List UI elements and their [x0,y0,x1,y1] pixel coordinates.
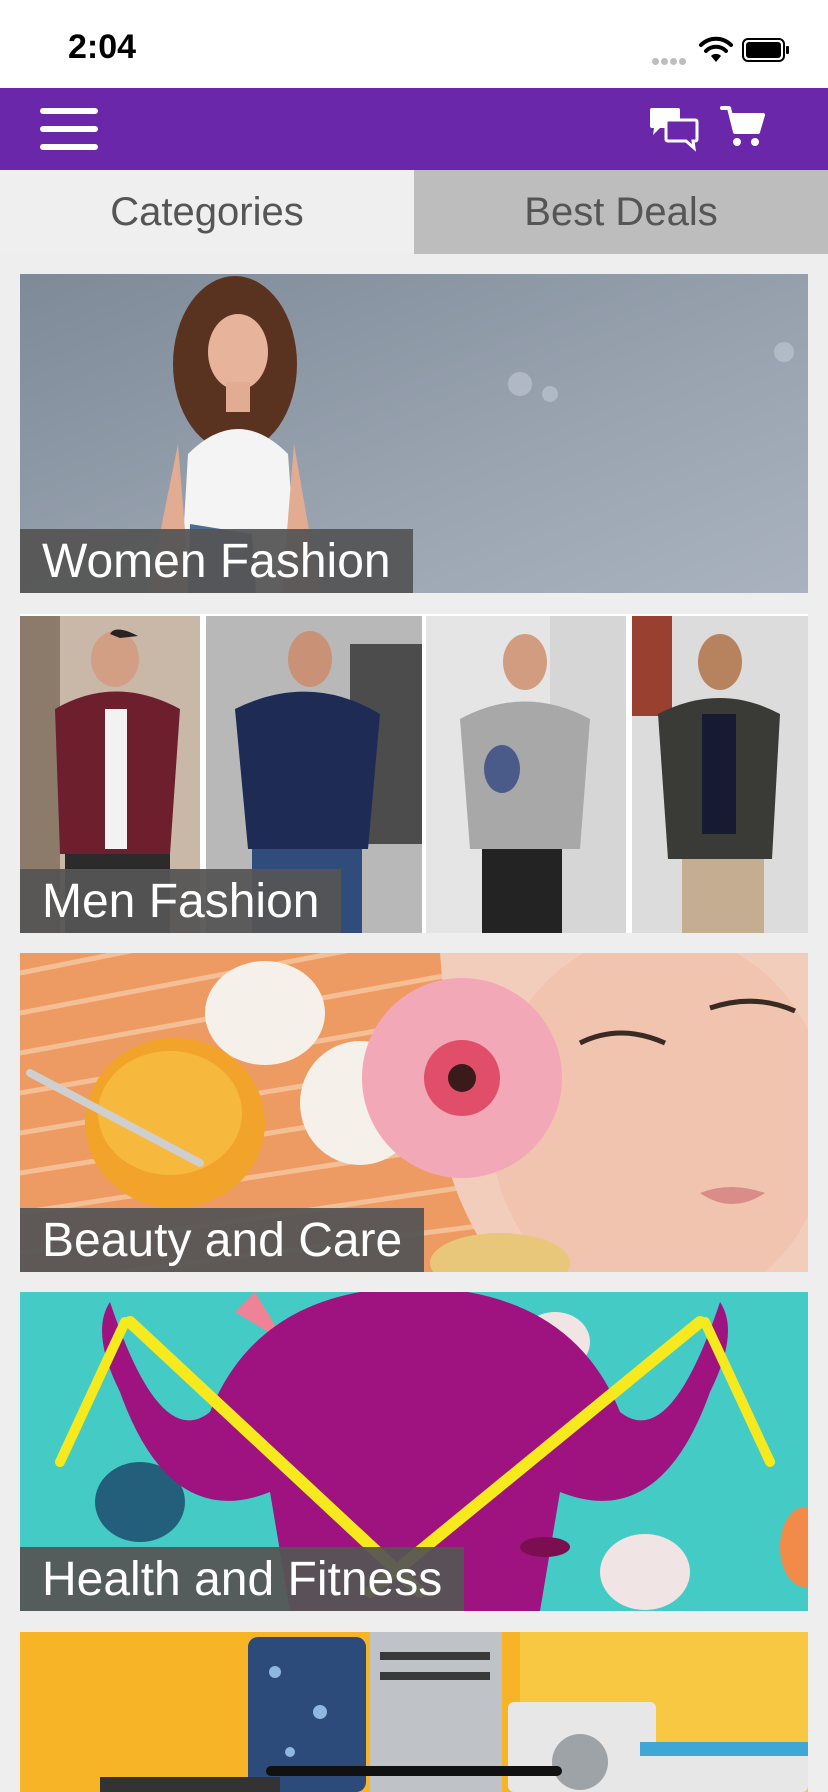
tab-bar: Categories Best Deals [0,170,828,254]
hamburger-menu-icon[interactable] [40,104,100,154]
chat-bubbles-icon[interactable] [648,106,700,152]
tab-best-deals[interactable]: Best Deals [414,170,828,254]
category-card-women-fashion[interactable]: Women Fashion [20,274,808,593]
tab-categories[interactable]: Categories [0,170,414,254]
category-label: Health and Fitness [20,1547,465,1611]
category-label: Women Fashion [20,529,413,593]
status-time: 2:04 [68,28,137,66]
status-bar: 2:04 [0,0,828,88]
shopping-cart-icon[interactable] [720,104,766,150]
home-indicator[interactable] [266,1766,562,1776]
wifi-icon [699,36,733,62]
category-label: Beauty and Care [20,1208,425,1272]
category-card-men-fashion[interactable]: Men Fashion [20,614,808,933]
cellular-signal-icon [652,52,688,70]
category-card-health-and-fitness[interactable]: Health and Fitness [20,1292,808,1611]
category-card-beauty-and-care[interactable]: Beauty and Care [20,953,808,1272]
category-label: Men Fashion [20,869,342,933]
battery-icon [742,38,789,62]
app-bar [0,88,828,170]
